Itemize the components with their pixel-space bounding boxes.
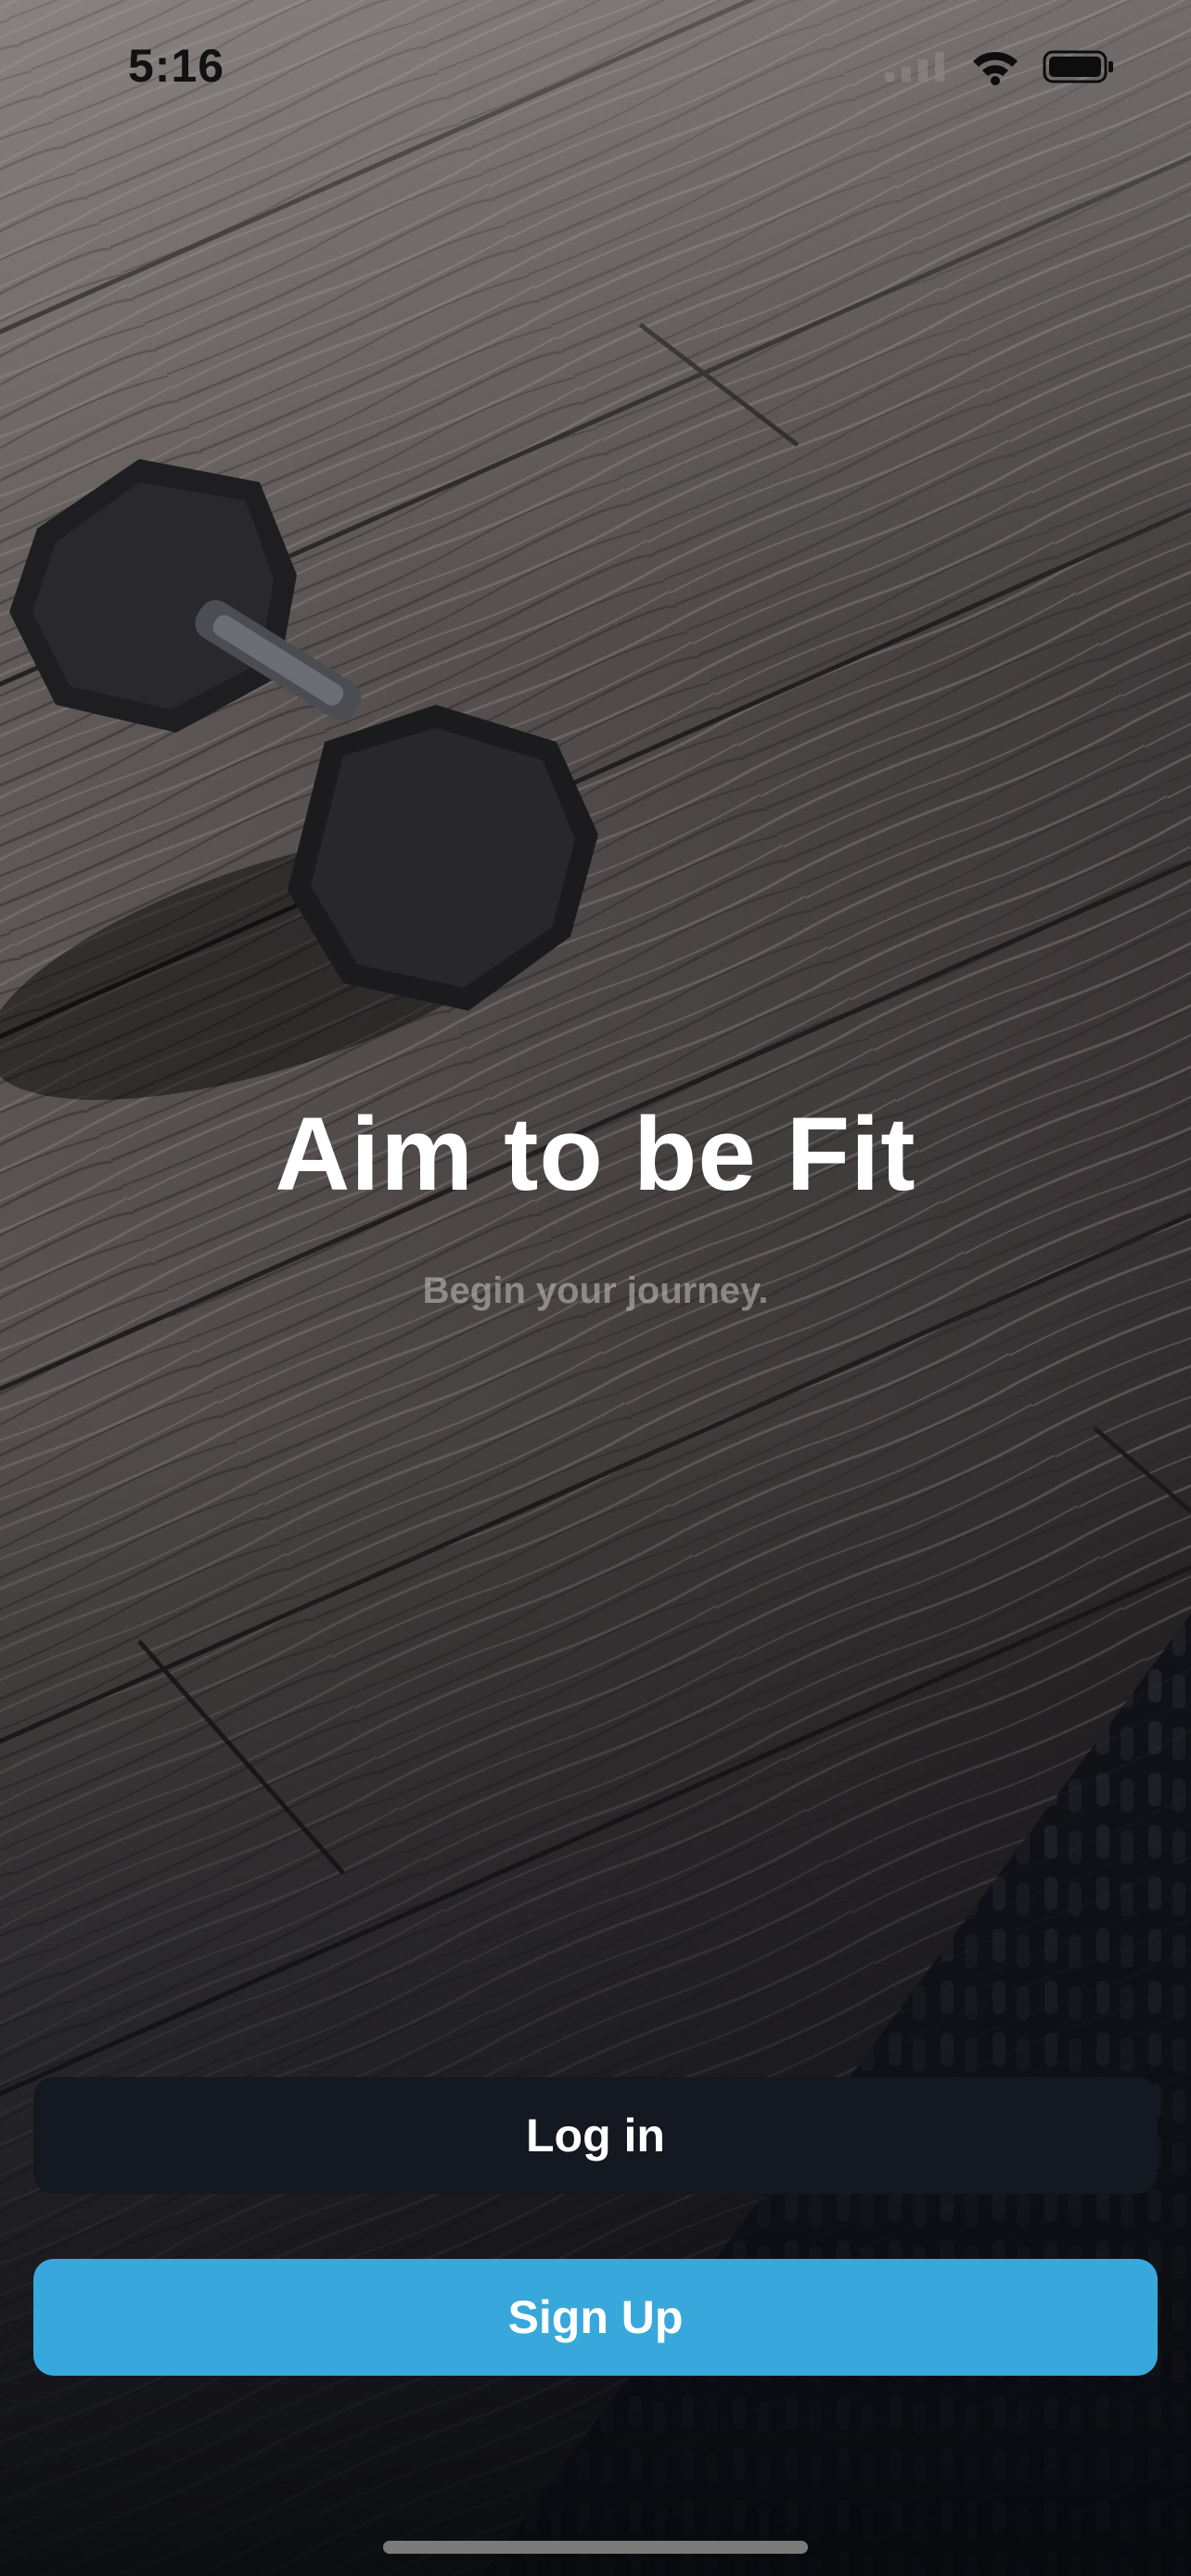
status-icons: [883, 45, 1115, 89]
login-button[interactable]: Log in: [33, 2077, 1158, 2194]
status-bar: 5:16: [0, 0, 1191, 130]
app-title: Aim to be Fit: [275, 1096, 916, 1212]
signal-icon: [885, 52, 944, 82]
welcome-screen: 5:16 Aim to be Fit Begin your journey. L…: [0, 0, 1191, 2576]
app-subtitle: Begin your journey.: [422, 1270, 769, 1311]
battery-icon: [1043, 50, 1113, 83]
wifi-icon: [973, 52, 1018, 85]
home-indicator[interactable]: [383, 2541, 808, 2554]
status-time: 5:16: [128, 40, 225, 92]
signup-button[interactable]: Sign Up: [33, 2259, 1158, 2376]
